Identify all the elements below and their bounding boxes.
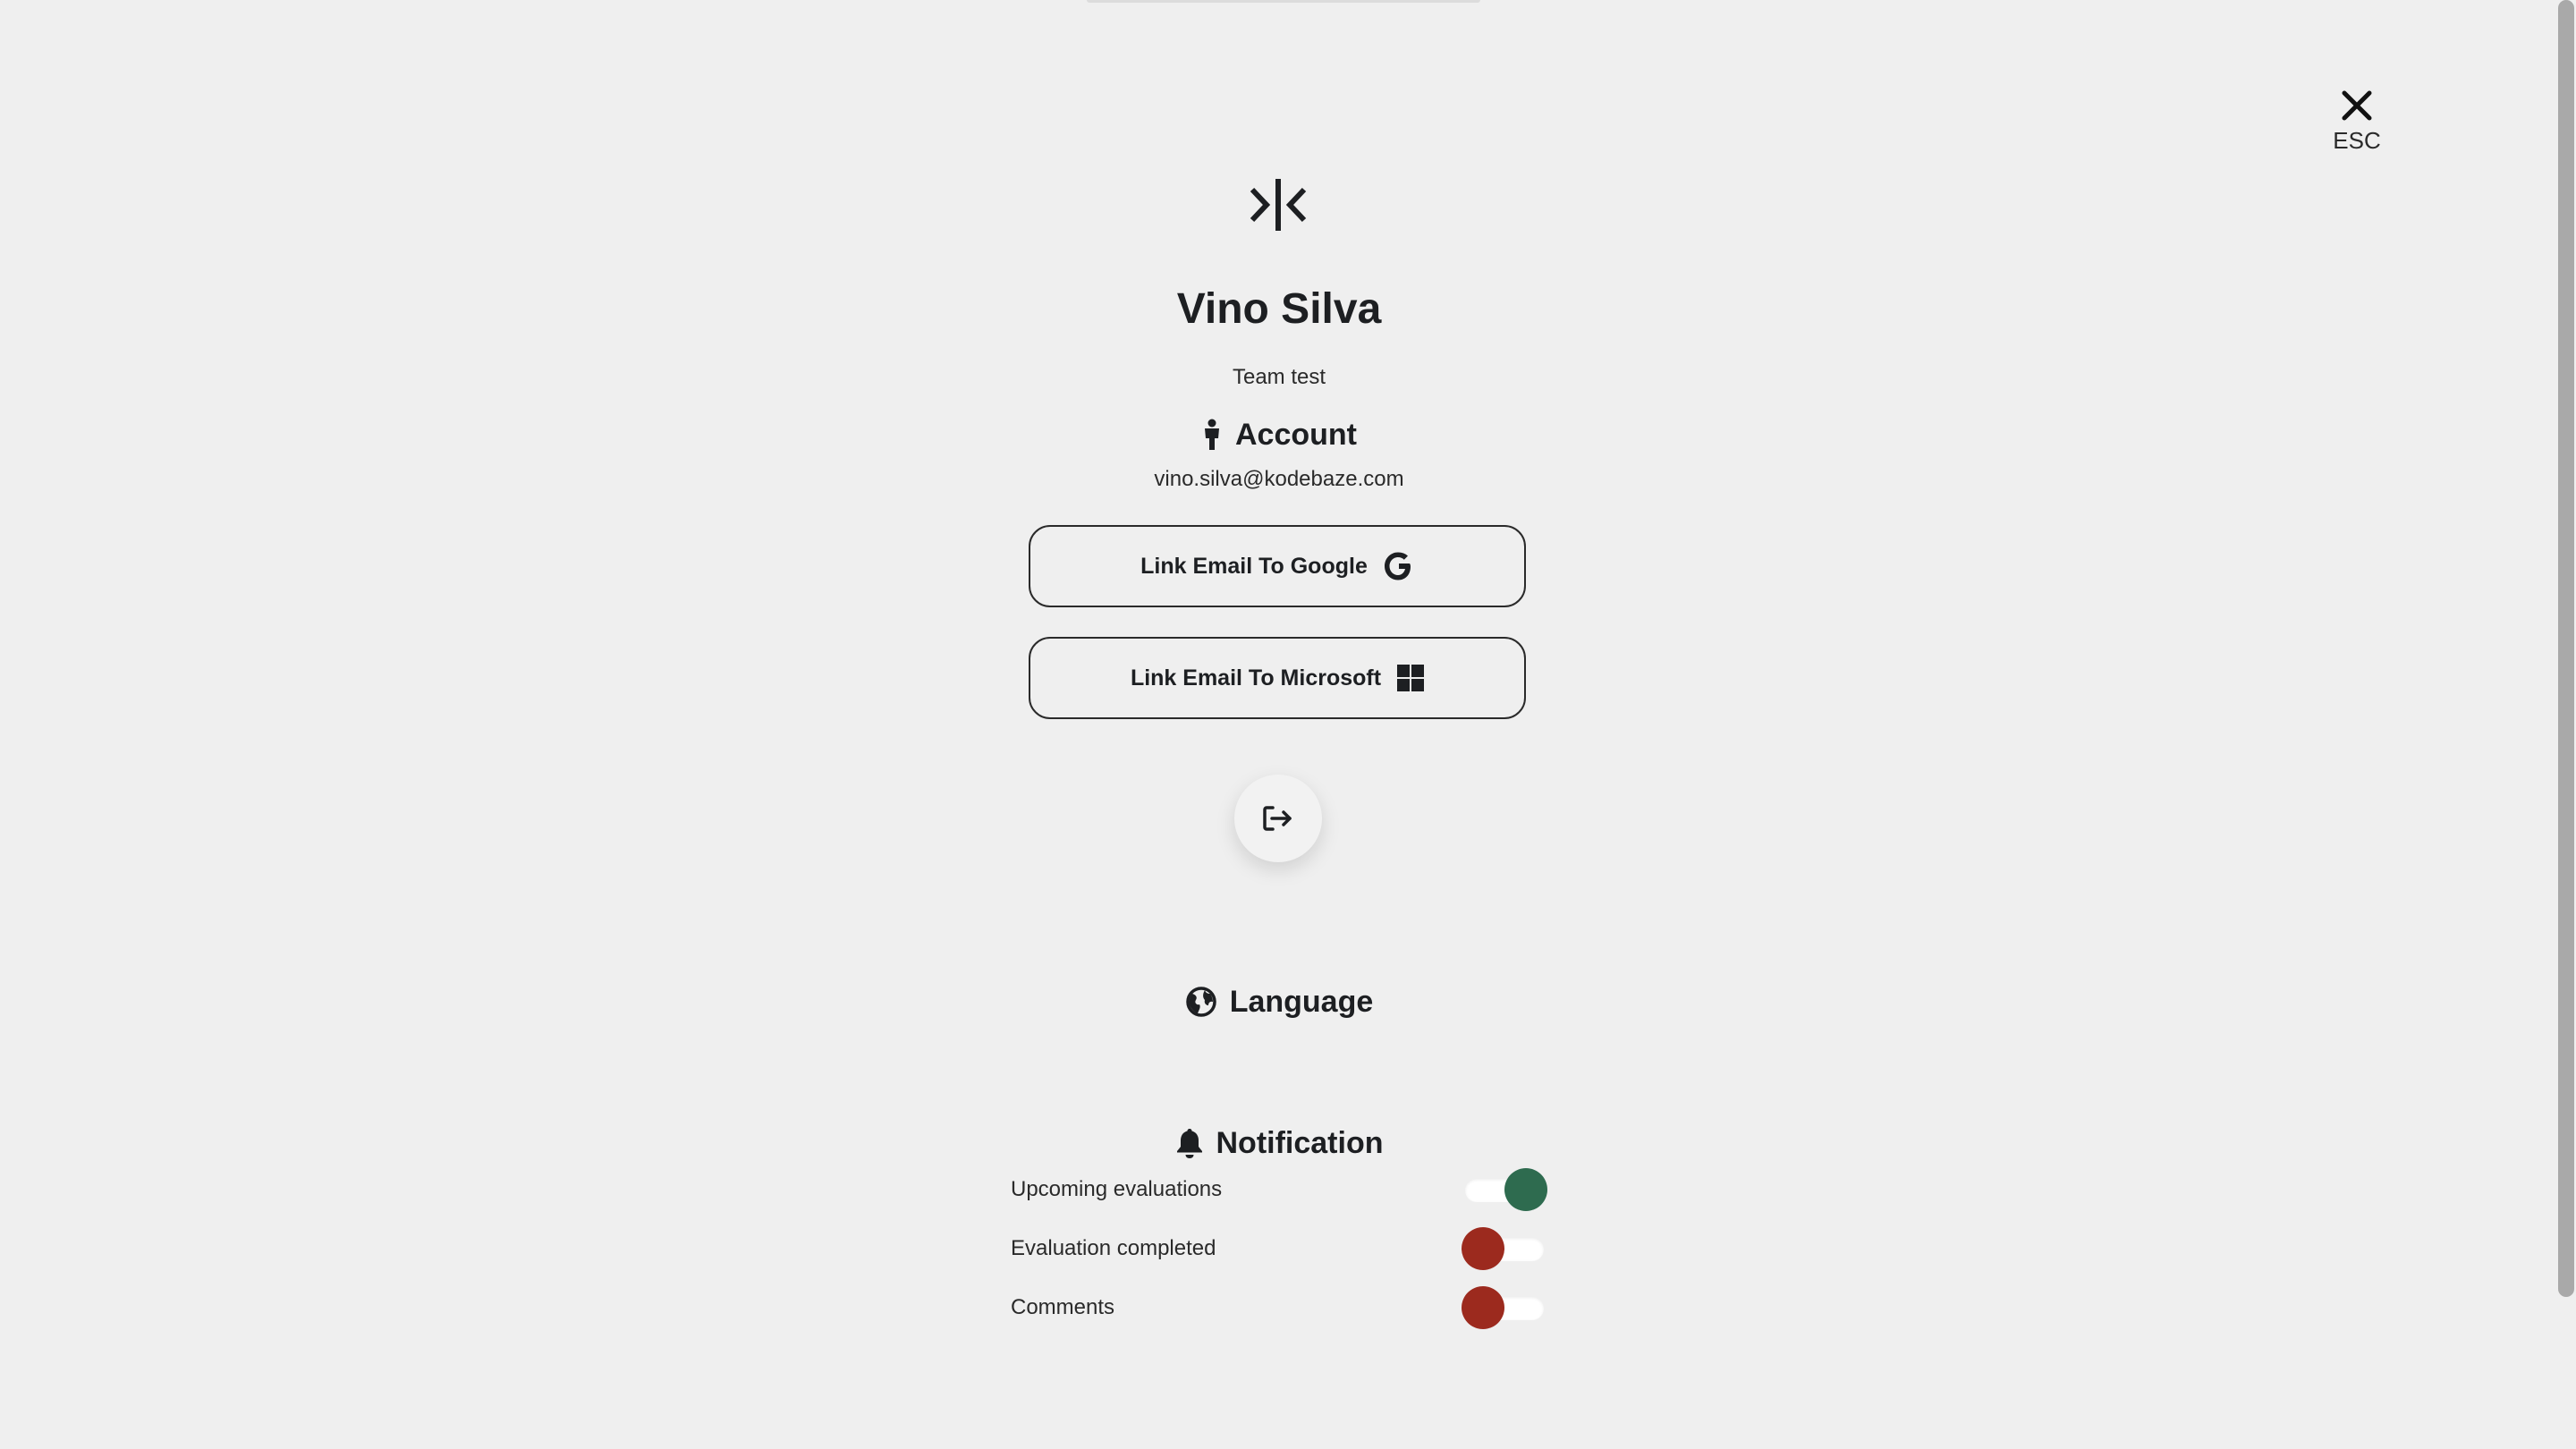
toggle-upcoming-evaluations[interactable] <box>1462 1168 1547 1211</box>
notification-label: Comments <box>1011 1295 1115 1319</box>
notification-row-comments: Comments <box>1011 1284 1547 1331</box>
close-button[interactable]: ESC <box>2326 89 2388 155</box>
person-icon <box>1201 419 1223 451</box>
link-google-button[interactable]: Link Email To Google <box>1029 525 1526 607</box>
globe-icon <box>1185 986 1217 1018</box>
close-icon <box>2342 90 2372 121</box>
logout-button[interactable] <box>1234 775 1322 862</box>
user-name: Vino Silva <box>1176 285 1382 333</box>
bell-icon <box>1175 1127 1204 1159</box>
language-heading: Language <box>0 979 2558 1025</box>
link-microsoft-label: Link Email To Microsoft <box>1130 665 1382 691</box>
notification-row-evaluation-completed: Evaluation completed <box>1011 1225 1547 1272</box>
toggle-comments[interactable] <box>1462 1286 1547 1329</box>
account-title: Account <box>1235 417 1357 452</box>
notification-title: Notification <box>1216 1125 1384 1160</box>
link-google-label: Link Email To Google <box>1140 553 1368 579</box>
link-microsoft-button[interactable]: Link Email To Microsoft <box>1029 637 1526 719</box>
notification-label: Evaluation completed <box>1011 1236 1216 1260</box>
top-edge-divider <box>1087 0 1480 3</box>
notification-row-upcoming-evaluations: Upcoming evaluations <box>1011 1166 1547 1213</box>
toggle-knob <box>1462 1227 1504 1270</box>
toggle-knob <box>1504 1168 1547 1211</box>
notification-label: Upcoming evaluations <box>1011 1177 1223 1201</box>
scrollbar[interactable] <box>2556 0 2576 1449</box>
settings-dialog: ESC Vino Silva Team test Account vino.si… <box>0 0 2576 1449</box>
account-heading: Account <box>0 413 2558 456</box>
logout-icon <box>1263 806 1292 831</box>
notification-heading: Notification <box>0 1120 2558 1166</box>
scrollbar-thumb[interactable] <box>2558 0 2574 1297</box>
toggle-evaluation-completed[interactable] <box>1462 1227 1547 1270</box>
team-name: Team test <box>1232 365 1326 389</box>
esc-label: ESC <box>2333 127 2381 154</box>
brand-logo <box>1249 177 1308 237</box>
account-email: vino.silva@kodebaze.com <box>1154 467 1404 491</box>
windows-icon <box>1397 665 1425 691</box>
google-icon <box>1384 551 1414 581</box>
language-title: Language <box>1229 984 1374 1019</box>
toggle-knob <box>1462 1286 1504 1329</box>
